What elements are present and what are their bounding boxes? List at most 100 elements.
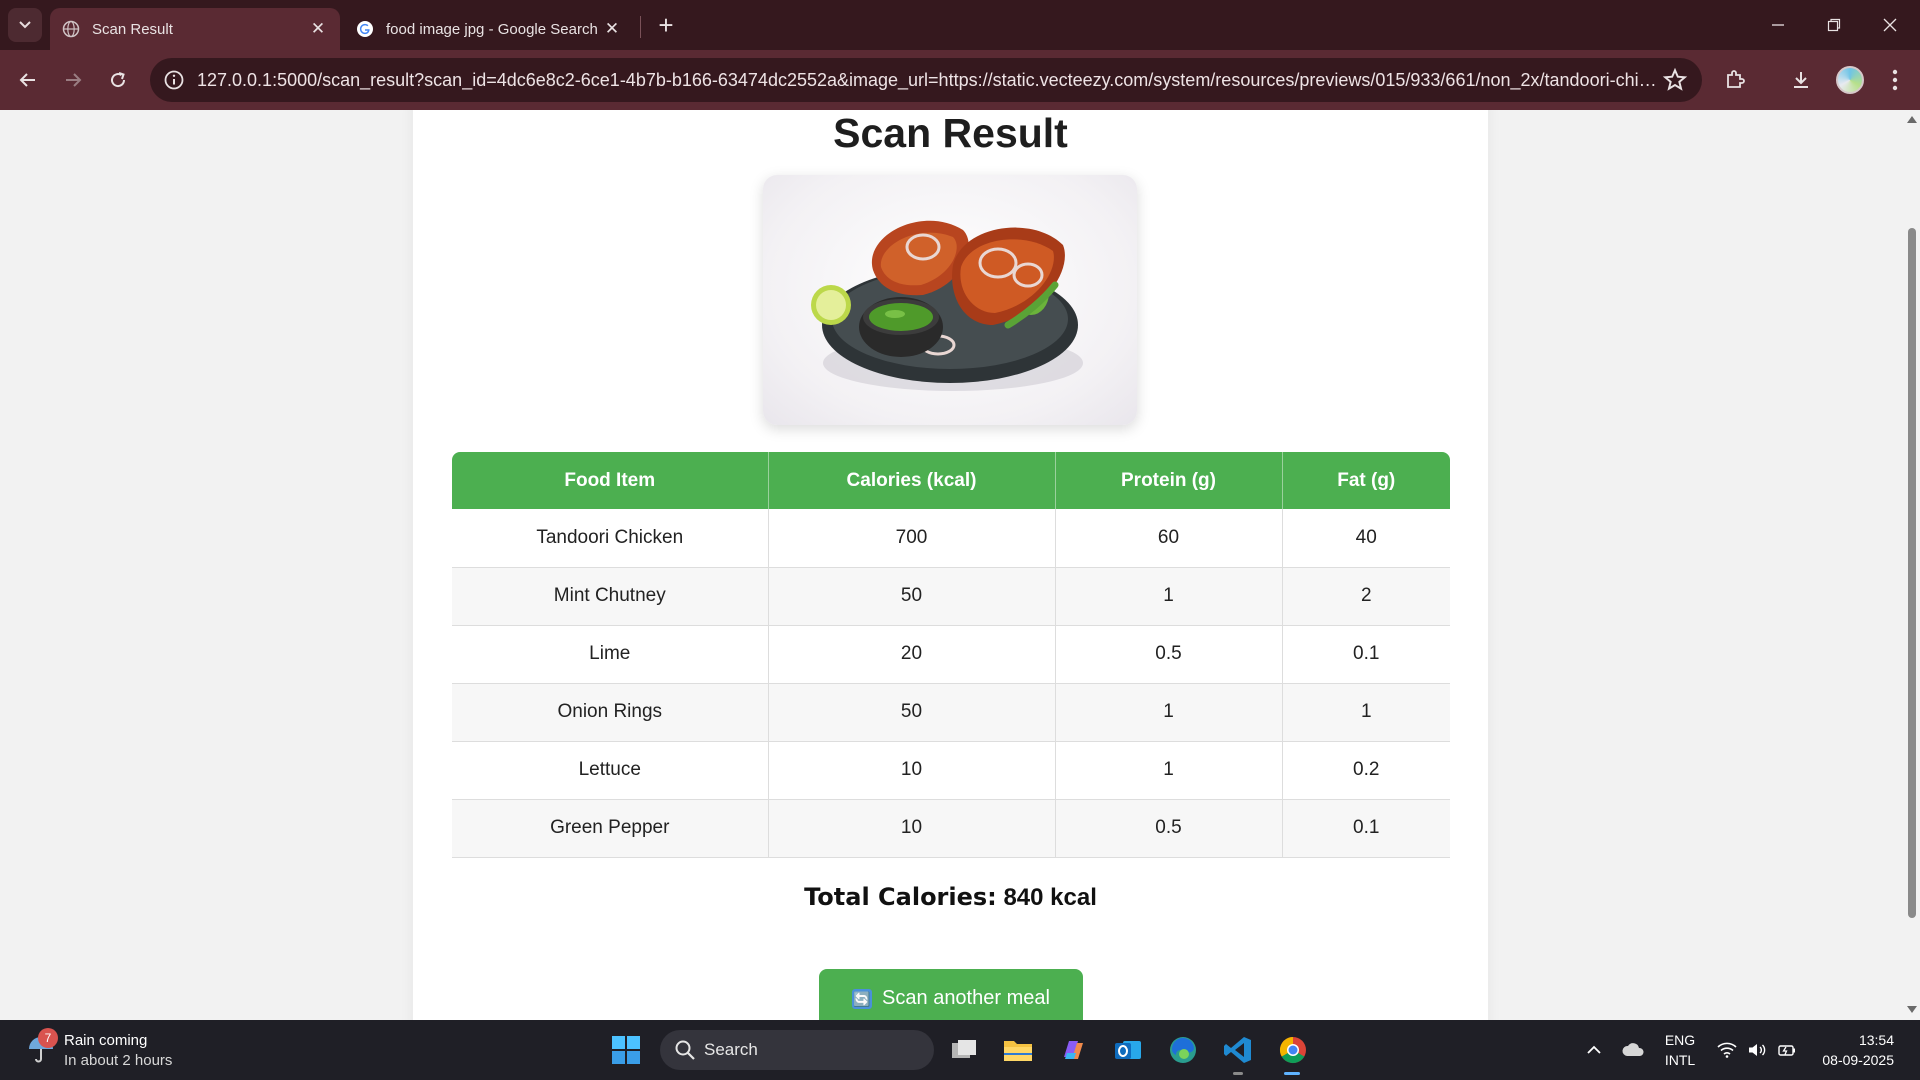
cell-calories: 20 [768,625,1056,684]
edge-icon [1170,1037,1196,1063]
cell-calories: 10 [768,741,1056,800]
downloads-button[interactable] [1786,65,1816,95]
clock-date: 08-09-2025 [1822,1052,1894,1068]
task-view-button[interactable] [946,1032,982,1068]
reload-icon [111,72,126,88]
weather-badge: 7 [38,1028,58,1048]
bookmark-star-icon[interactable] [1662,67,1688,93]
scrollbar-thumb[interactable] [1908,228,1916,918]
start-button[interactable] [608,1032,644,1068]
outlook-button[interactable] [1110,1032,1146,1068]
browser-tab-bar: Scan Result ✕ food image jpg - Google Se… [0,0,1920,50]
table-header-row: Food Item Calories (kcal) Protein (g) Fa… [452,452,1450,509]
cell-food-item: Lime [452,625,769,684]
language-code: ENG [1664,1032,1696,1048]
globe-icon [62,20,80,38]
tab-google-search[interactable]: food image jpg - Google Search ✕ [344,8,634,50]
url-text[interactable]: 127.0.0.1:5000/scan_result?scan_id=4dc6e… [197,70,1657,91]
cell-protein: 0.5 [1055,625,1283,684]
vscode-button[interactable] [1220,1032,1256,1068]
table-row: Lime 20 0.5 0.1 [452,625,1450,684]
onedrive-tray[interactable] [1620,1038,1646,1062]
page-title: Scan Result [833,110,1068,156]
cell-calories: 10 [768,799,1056,858]
total-calories: Total Calories: 840 kcal [413,883,1488,912]
windows-taskbar: 7 Rain coming In about 2 hours Search EN… [0,1020,1920,1080]
table-row: Tandoori Chicken 700 60 40 [452,509,1450,568]
volume-tray[interactable] [1746,1038,1768,1062]
input-language[interactable]: ENG INTL [1660,1030,1700,1070]
keyboard-layout: INTL [1664,1052,1696,1068]
table-row: Mint Chutney 50 1 2 [452,567,1450,626]
cell-calories: 50 [768,683,1056,742]
chrome-button[interactable] [1275,1032,1311,1068]
browser-menu-button[interactable] [1880,65,1910,95]
battery-tray[interactable] [1776,1038,1798,1062]
cell-food-item: Mint Chutney [452,567,769,626]
scan-another-meal-button[interactable]: 🔄 Scan another meal [819,969,1083,1020]
reload-button[interactable] [100,62,136,98]
header-fat: Fat (g) [1282,452,1450,509]
nutrition-table: Food Item Calories (kcal) Protein (g) Fa… [452,452,1450,858]
close-icon [1883,18,1897,32]
tab-divider [640,16,641,38]
battery-icon [1778,1045,1795,1056]
refresh-icon: 🔄 [852,989,873,1009]
cell-fat: 0.1 [1282,799,1450,858]
wifi-tray[interactable] [1716,1038,1738,1062]
close-tab-icon[interactable]: ✕ [306,17,330,41]
close-tab-icon[interactable]: ✕ [600,17,624,41]
extensions-button[interactable] [1720,65,1750,95]
show-hidden-icons-button[interactable] [1584,1038,1604,1062]
windows-logo-icon [612,1036,640,1064]
file-explorer-button[interactable] [1000,1032,1036,1068]
site-info-icon[interactable] [162,68,186,92]
chevron-up-icon [1587,1045,1601,1054]
table-row: Lettuce 10 1 0.2 [452,741,1450,800]
tab-scan-result[interactable]: Scan Result ✕ [50,8,340,50]
cell-fat: 1 [1282,683,1450,742]
page-scrollbar[interactable] [1904,110,1920,1020]
header-calories: Calories (kcal) [768,452,1056,509]
vscode-icon [1224,1037,1251,1063]
speaker-icon [1749,1044,1766,1056]
forward-button[interactable] [55,62,91,98]
taskbar-search[interactable]: Search [660,1030,934,1070]
tab-search-button[interactable] [8,8,42,42]
cell-fat: 0.1 [1282,625,1450,684]
puzzle-icon [1727,70,1745,88]
system-clock[interactable]: 13:54 08-09-2025 [1810,1030,1894,1070]
back-button[interactable] [10,62,46,98]
cell-fat: 0.2 [1282,741,1450,800]
close-window-button[interactable] [1862,0,1918,50]
page-viewport: Scan Result Food Item Calories (kcal) Pr… [0,110,1904,1020]
clock-time: 13:54 [1858,1032,1894,1048]
cell-protein: 0.5 [1055,799,1283,858]
cell-calories: 700 [768,509,1056,568]
edge-button[interactable] [1165,1032,1201,1068]
table-row: Green Pepper 10 0.5 0.1 [452,799,1450,858]
scroll-up-icon[interactable] [1907,116,1917,123]
restore-button[interactable] [1806,0,1862,50]
cell-protein: 60 [1055,509,1283,568]
search-icon [675,1040,695,1060]
new-tab-button[interactable]: + [650,10,682,42]
chevron-down-icon [19,21,31,29]
weather-widget[interactable]: 7 Rain coming In about 2 hours [22,1028,222,1072]
cell-calories: 50 [768,567,1056,626]
header-protein: Protein (g) [1055,452,1283,509]
more-vertical-icon [1892,69,1898,91]
scroll-down-icon[interactable] [1907,1006,1917,1013]
address-bar[interactable]: 127.0.0.1:5000/scan_result?scan_id=4dc6e… [150,58,1702,102]
cell-fat: 2 [1282,567,1450,626]
copilot-button[interactable] [1055,1032,1091,1068]
minimize-button[interactable] [1750,0,1806,50]
profile-avatar[interactable] [1836,66,1864,94]
running-indicator [1233,1072,1243,1075]
taskbar-search-placeholder: Search [704,1040,758,1059]
cloud-icon [1622,1043,1644,1056]
tandoori-chicken-illustration [811,220,1083,391]
cell-food-item: Onion Rings [452,683,769,742]
task-view-icon [952,1040,976,1058]
cell-food-item: Green Pepper [452,799,769,858]
